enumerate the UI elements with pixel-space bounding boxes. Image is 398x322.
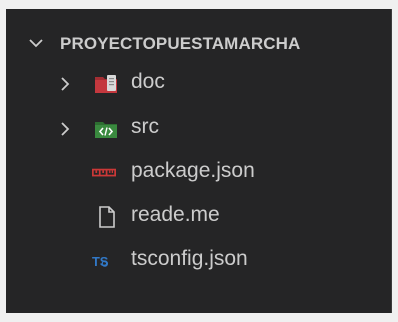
explorer-panel: PROYECTOPUESTAMARCHA doc src package.jso… xyxy=(6,9,392,313)
project-section-header[interactable]: PROYECTOPUESTAMARCHA xyxy=(6,28,392,58)
tree-item-label: src xyxy=(131,115,159,138)
svg-text:T: T xyxy=(92,254,100,269)
typescript-config-icon: T S xyxy=(92,254,109,269)
npm-icon xyxy=(92,168,116,177)
tree-item-label: tsconfig.json xyxy=(131,247,248,270)
tree-item-label: package.json xyxy=(131,159,255,182)
screenshot-frame: PROYECTOPUESTAMARCHA doc src package.jso… xyxy=(0,0,398,322)
doc-folder-icon xyxy=(95,75,117,93)
tree-item-reade-me[interactable]: reade.me xyxy=(6,197,392,237)
file-icon xyxy=(99,206,115,228)
chevron-right-icon[interactable] xyxy=(59,121,71,137)
tree-item-doc[interactable]: doc xyxy=(6,64,392,104)
chevron-right-icon[interactable] xyxy=(59,76,71,92)
tree-item-label: reade.me xyxy=(131,203,220,226)
tree-item-src[interactable]: src xyxy=(6,109,392,149)
chevron-down-icon[interactable] xyxy=(28,36,44,50)
tree-item-package-json[interactable]: package.json xyxy=(6,153,392,193)
tree-item-tsconfig-json[interactable]: T S tsconfig.json xyxy=(6,241,392,281)
src-folder-icon xyxy=(95,122,117,138)
project-title: PROYECTOPUESTAMARCHA xyxy=(60,34,301,53)
tree-item-label: doc xyxy=(131,70,165,93)
